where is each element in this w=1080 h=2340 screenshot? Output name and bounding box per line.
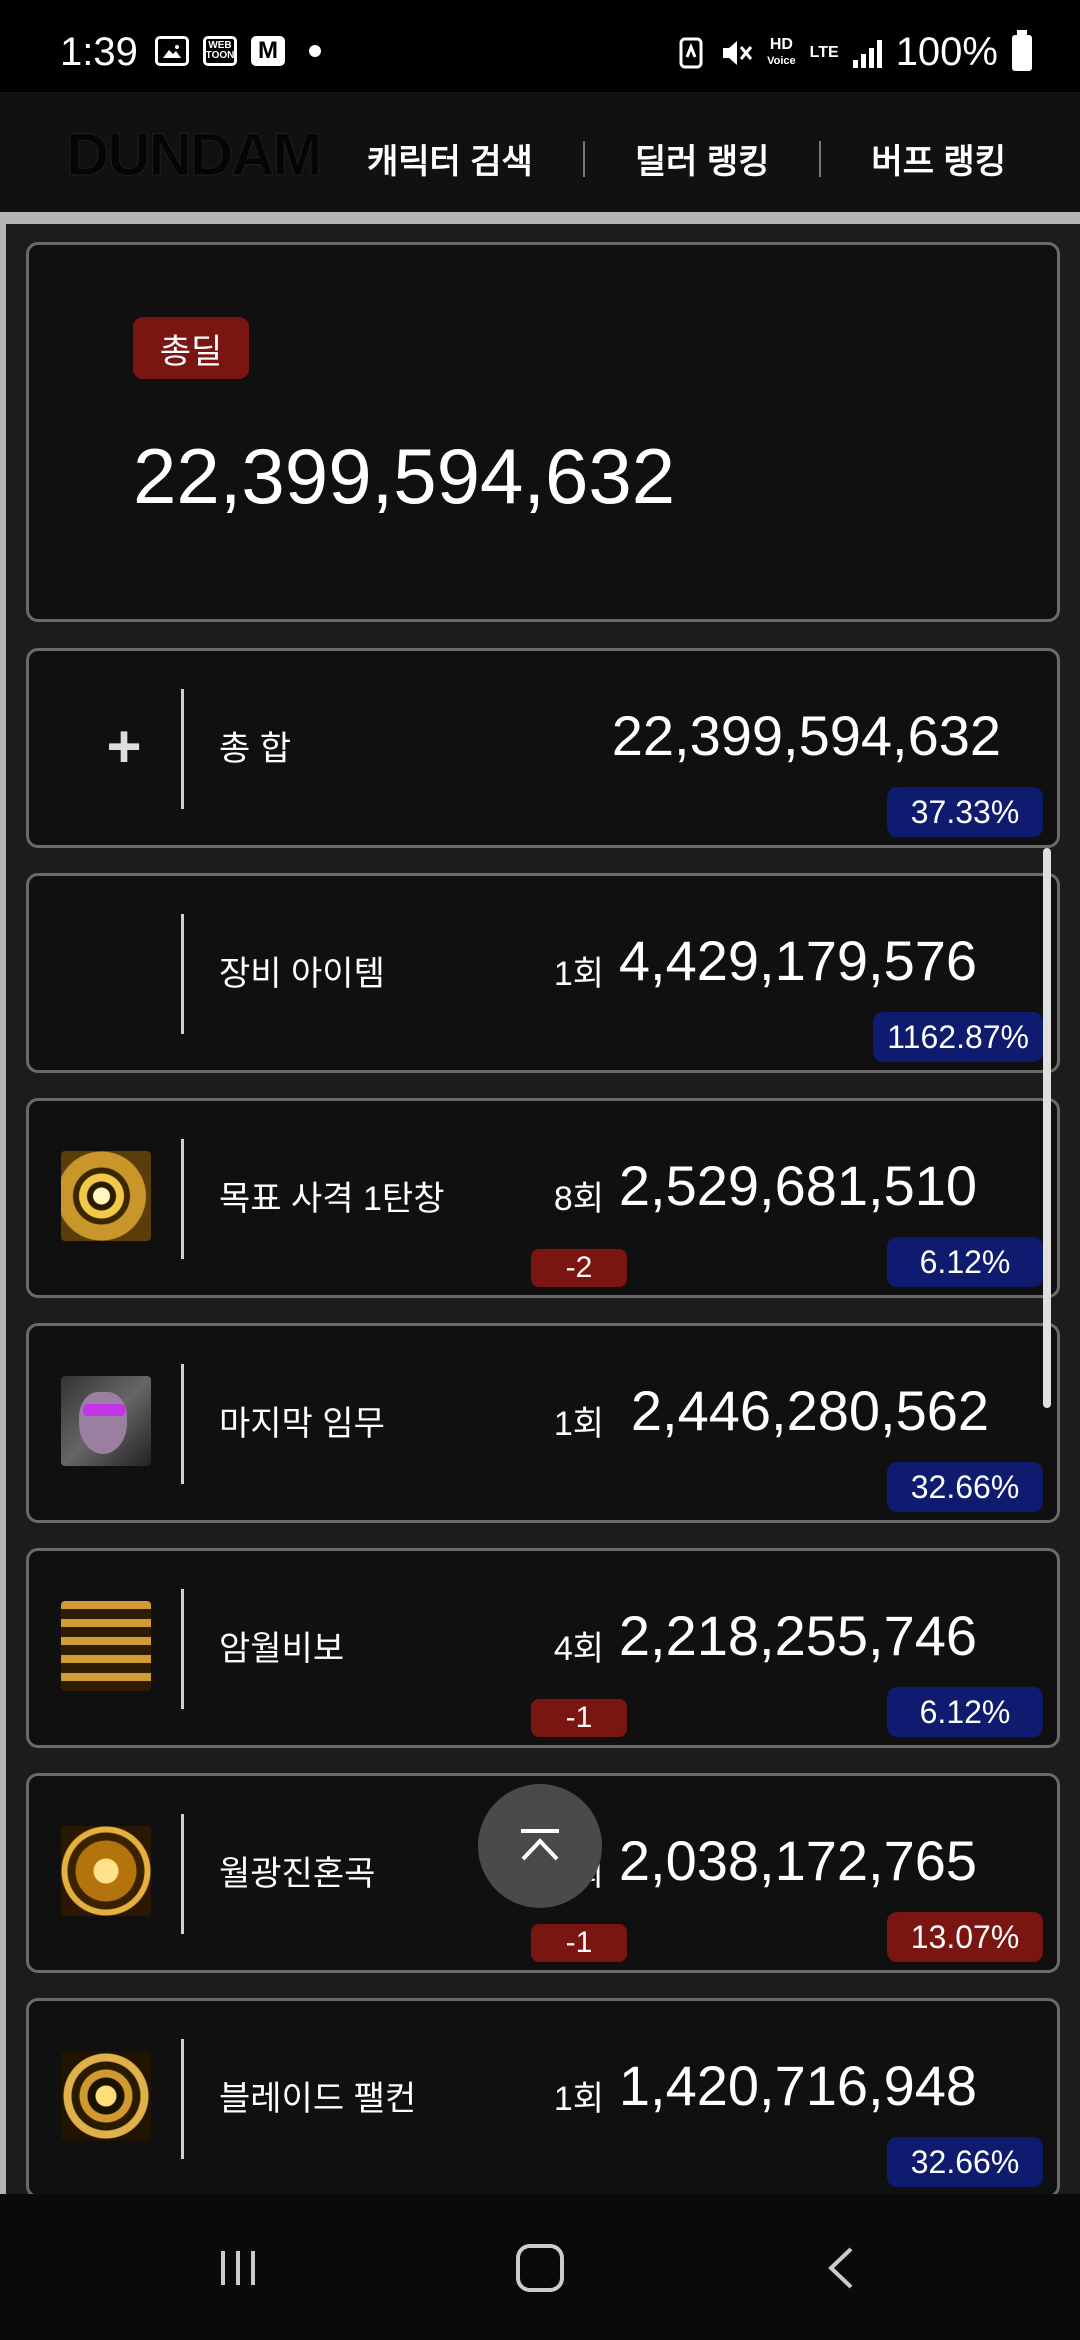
mute-icon xyxy=(723,40,753,65)
row-separator xyxy=(181,1139,184,1259)
total-damage-card: 총딜 22,399,594,632 xyxy=(26,242,1060,622)
content-left-edge xyxy=(0,224,6,2194)
home-icon xyxy=(516,2244,564,2292)
skill-name: 목표 사격 1탄창 xyxy=(219,1180,445,1218)
skill-percent-badge: 13.07% xyxy=(887,1912,1043,1962)
total-damage-badge: 총딜 xyxy=(133,317,249,379)
skill-row-blade-falcon[interactable]: 블레이드 팰컨 1회 1,420,716,948 32.66% xyxy=(26,1998,1060,2194)
scroll-to-top-button[interactable] xyxy=(478,1784,602,1908)
header-divider xyxy=(0,212,1080,224)
nav-divider xyxy=(582,140,585,177)
skill-count-diff-badge: -1 xyxy=(531,1699,627,1737)
system-nav-bar xyxy=(0,2194,1080,2340)
blade-falcon-icon xyxy=(61,2051,151,2141)
skill-name: 블레이드 팰컨 xyxy=(219,2080,417,2118)
scrollbar[interactable] xyxy=(1043,848,1051,1408)
skill-count: 1회 xyxy=(553,955,605,993)
signal-icon xyxy=(852,38,882,68)
skill-percent-badge: 6.12% xyxy=(887,1687,1043,1737)
skill-percent-badge: 32.66% xyxy=(887,2137,1043,2187)
hd-voice-indicator: HD Voice xyxy=(767,35,796,67)
skill-damage: 1,420,716,948 xyxy=(618,2054,977,2117)
home-button[interactable] xyxy=(510,2238,570,2298)
battery-icon xyxy=(1012,29,1032,71)
skill-percent-badge: 1162.87% xyxy=(873,1012,1043,1062)
skill-damage: 2,529,681,510 xyxy=(618,1154,977,1217)
skill-count: 8회 xyxy=(553,1180,605,1218)
skill-name: 월광진혼곡 xyxy=(219,1855,376,1893)
site-logo[interactable]: DUNDAM xyxy=(66,120,324,189)
skill-count: 1회 xyxy=(553,1405,605,1443)
secret-art-icon xyxy=(61,1601,151,1691)
status-system-icons: HD Voice LTE 100% xyxy=(677,29,1032,75)
row-separator xyxy=(181,914,184,1034)
webtoon-icon: WEB TOON xyxy=(203,36,237,66)
moonlight-requiem-icon xyxy=(61,1826,151,1916)
plus-icon[interactable]: + xyxy=(79,701,169,791)
skill-name: 마지막 임무 xyxy=(219,1405,385,1443)
nav-buff-ranking[interactable]: 버프 랭킹 xyxy=(871,134,1006,183)
last-mission-icon xyxy=(61,1376,151,1466)
skill-damage: 2,218,255,746 xyxy=(618,1604,977,1667)
skill-name: 장비 아이템 xyxy=(219,955,385,993)
nav-character-search[interactable]: 캐릭터 검색 xyxy=(367,134,533,183)
recent-apps-icon xyxy=(221,2251,255,2285)
skill-damage: 2,446,280,562 xyxy=(630,1379,989,1442)
back-button[interactable] xyxy=(812,2238,872,2298)
skill-row-target-shot[interactable]: 목표 사격 1탄창 8회 -2 2,529,681,510 6.12% xyxy=(26,1098,1060,1298)
nav-dealer-ranking[interactable]: 딜러 랭킹 xyxy=(635,134,770,183)
skill-row-last-mission[interactable]: 마지막 임무 1회 2,446,280,562 32.66% xyxy=(26,1323,1060,1523)
nav-divider xyxy=(819,140,822,177)
skill-percent-badge: 37.33% xyxy=(887,787,1043,837)
skill-percent-badge: 6.12% xyxy=(887,1237,1043,1287)
skill-row-secret-art[interactable]: 암월비보 4회 -1 2,218,255,746 6.12% xyxy=(26,1548,1060,1748)
skill-count-diff-badge: -2 xyxy=(531,1249,627,1287)
skill-damage: 4,429,179,576 xyxy=(618,929,977,992)
status-bar: 1:39 WEB TOON M HD Voice LTE 100% xyxy=(0,0,1080,92)
nfc-icon xyxy=(679,37,703,68)
skill-damage: 22,399,594,632 xyxy=(611,704,1001,767)
skill-count-diff-badge: -1 xyxy=(531,1924,627,1962)
skill-count: 1회 xyxy=(553,2080,605,2118)
skill-name: 암월비보 xyxy=(219,1630,345,1668)
row-separator xyxy=(181,689,184,809)
notification-dot-icon xyxy=(309,45,321,57)
gallery-icon xyxy=(155,36,189,66)
skill-percent-badge: 32.66% xyxy=(887,1462,1043,1512)
lte-indicator: LTE xyxy=(809,43,839,61)
row-separator xyxy=(181,1814,184,1934)
battery-percent: 100% xyxy=(895,30,998,74)
target-shot-icon xyxy=(61,1151,151,1241)
app-header: DUNDAM 캐릭터 검색 딜러 랭킹 버프 랭킹 xyxy=(0,92,1080,212)
skill-count: 4회 xyxy=(553,1630,605,1668)
status-notification-icons: WEB TOON M xyxy=(155,36,321,66)
total-damage-value: 22,399,594,632 xyxy=(133,432,676,520)
row-separator xyxy=(181,1364,184,1484)
back-icon xyxy=(828,2247,853,2289)
status-time: 1:39 xyxy=(60,30,138,74)
skill-row-total[interactable]: + 총 합 22,399,594,632 37.33% xyxy=(26,648,1060,848)
recent-apps-button[interactable] xyxy=(208,2238,268,2298)
skill-row-equipment[interactable]: 장비 아이템 1회 4,429,179,576 1162.87% xyxy=(26,873,1060,1073)
row-separator xyxy=(181,2039,184,2159)
gmail-icon: M xyxy=(251,36,285,66)
header-nav: 캐릭터 검색 딜러 랭킹 버프 랭킹 xyxy=(367,134,1006,183)
skill-damage: 2,038,172,765 xyxy=(618,1829,977,1892)
chevron-up-icon xyxy=(521,1829,559,1861)
skill-name: 총 합 xyxy=(219,730,292,768)
row-separator xyxy=(181,1589,184,1709)
